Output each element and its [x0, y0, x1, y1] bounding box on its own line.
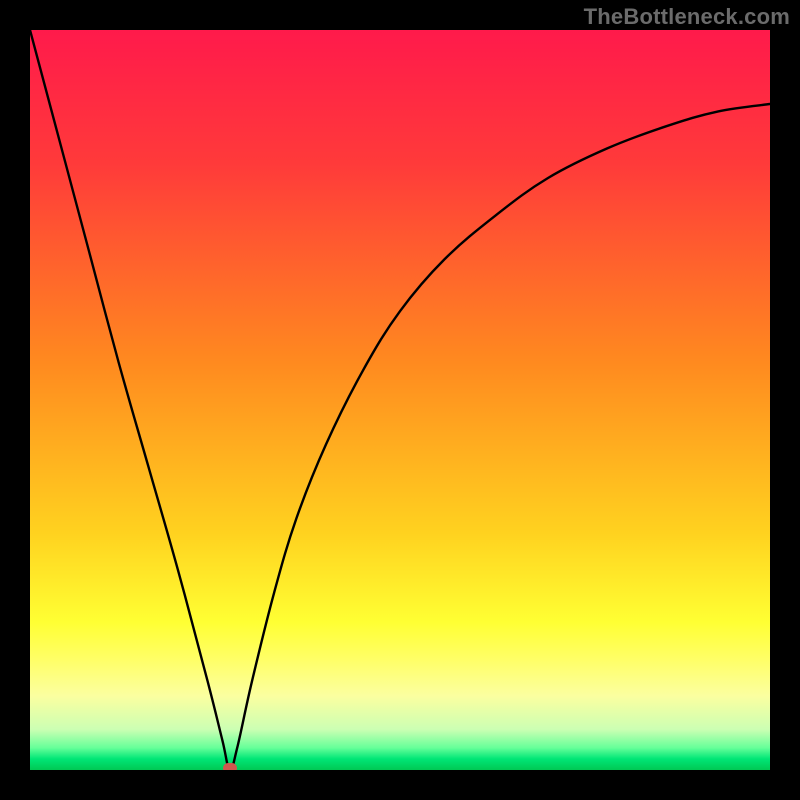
min-marker: [223, 763, 237, 770]
chart-frame: TheBottleneck.com: [0, 0, 800, 800]
plot-svg: [30, 30, 770, 770]
watermark-text: TheBottleneck.com: [584, 4, 790, 30]
gradient-background: [30, 30, 770, 770]
plot-area: [30, 30, 770, 770]
